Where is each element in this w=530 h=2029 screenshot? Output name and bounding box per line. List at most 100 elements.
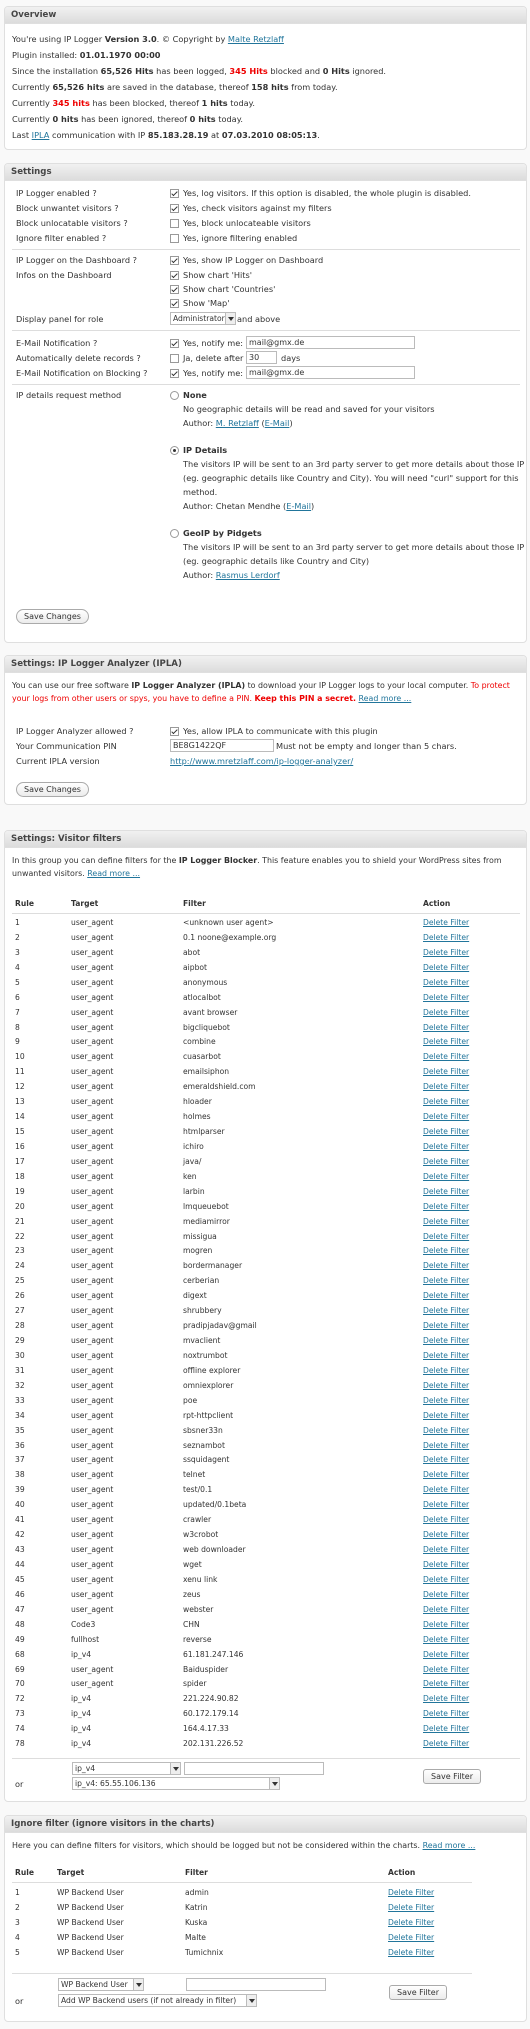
delete-filter-link[interactable]: Delete Filter <box>423 1423 469 1438</box>
delete-filter-link[interactable]: Delete Filter <box>423 1632 469 1647</box>
save-changes-button[interactable]: Save Changes <box>16 782 89 797</box>
delete-filter-link[interactable]: Delete Filter <box>423 1184 469 1199</box>
delete-filter-link[interactable]: Delete Filter <box>423 1064 469 1079</box>
delete-filter-link[interactable]: Delete Filter <box>423 1557 469 1572</box>
delete-filter-link[interactable]: Delete Filter <box>423 990 469 1005</box>
emailblock-checkbox[interactable] <box>170 369 179 378</box>
read-more-link[interactable]: Read more ... <box>87 869 140 878</box>
ipla-version-link[interactable]: http://www.mretzlaff.com/ip-logger-analy… <box>170 756 353 766</box>
delete-filter-link[interactable]: Delete Filter <box>423 945 469 960</box>
delete-filter-link[interactable]: Delete Filter <box>423 975 469 990</box>
delete-filter-link[interactable]: Delete Filter <box>388 1915 434 1930</box>
delete-filter-link[interactable]: Delete Filter <box>423 1721 469 1736</box>
delete-filter-link[interactable]: Delete Filter <box>423 1214 469 1229</box>
preset-filter-select[interactable]: ip_v4: 65.55.106.136 <box>72 1777 280 1790</box>
delete-filter-link[interactable]: Delete Filter <box>423 1243 469 1258</box>
delete-filter-link[interactable]: Delete Filter <box>423 1288 469 1303</box>
delete-filter-link[interactable]: Delete Filter <box>423 1303 469 1318</box>
delete-filter-link[interactable]: Delete Filter <box>423 1318 469 1333</box>
delete-filter-link[interactable]: Delete Filter <box>423 1467 469 1482</box>
dash-checkbox[interactable] <box>170 256 179 265</box>
delete-filter-link[interactable]: Delete Filter <box>423 1736 469 1751</box>
none-email-link[interactable]: E-Mail <box>265 418 290 428</box>
method-ipdetails-radio[interactable] <box>170 446 179 455</box>
delete-filter-link[interactable]: Delete Filter <box>423 1662 469 1677</box>
delete-filter-link[interactable]: Delete Filter <box>423 1647 469 1662</box>
delete-filter-link[interactable]: Delete Filter <box>423 915 469 930</box>
hits-checkbox[interactable] <box>170 271 179 280</box>
delete-filter-link[interactable]: Delete Filter <box>423 1229 469 1244</box>
delete-filter-link[interactable]: Delete Filter <box>423 1199 469 1214</box>
delete-filter-link[interactable]: Delete Filter <box>423 1572 469 1587</box>
block-checkbox[interactable] <box>170 204 179 213</box>
author-link[interactable]: Malte Retzlaff <box>228 34 284 44</box>
save-filter-button[interactable]: Save Filter <box>423 1769 481 1784</box>
delete-filter-link[interactable]: Delete Filter <box>423 930 469 945</box>
countries-checkbox[interactable] <box>170 285 179 294</box>
delete-filter-link[interactable]: Delete Filter <box>388 1900 434 1915</box>
delete-filter-link[interactable]: Delete Filter <box>423 1049 469 1064</box>
role-select[interactable]: Administrator <box>170 312 236 325</box>
delete-filter-link[interactable]: Delete Filter <box>423 1706 469 1721</box>
new-filter-target-select[interactable]: ip_v4 <box>72 1762 181 1775</box>
delete-filter-link[interactable]: Delete Filter <box>423 1363 469 1378</box>
ignore-target-select[interactable]: WP Backend User <box>58 1978 144 1991</box>
delete-filter-link[interactable]: Delete Filter <box>423 1438 469 1453</box>
delete-filter-link[interactable]: Delete Filter <box>423 1109 469 1124</box>
delete-filter-link[interactable]: Delete Filter <box>423 1602 469 1617</box>
delete-filter-link[interactable]: Delete Filter <box>423 1034 469 1049</box>
delete-filter-link[interactable]: Delete Filter <box>423 1348 469 1363</box>
ignore-checkbox[interactable] <box>170 234 179 243</box>
ignore-preset-select[interactable]: Add WP Backend users (if not already in … <box>58 1994 257 2007</box>
read-more-link[interactable]: Read more ... <box>359 694 412 703</box>
ipd-email-link[interactable]: E-Mail <box>286 501 311 511</box>
email-checkbox[interactable] <box>170 339 179 348</box>
geo-author-link[interactable]: Rasmus Lerdorf <box>216 570 280 580</box>
map-checkbox[interactable] <box>170 299 179 308</box>
delete-filter-link[interactable]: Delete Filter <box>423 1139 469 1154</box>
delete-filter-link[interactable]: Delete Filter <box>423 1482 469 1497</box>
ignore-filter-input[interactable] <box>186 1978 326 1991</box>
emailblock-input[interactable]: mail@gmx.de <box>246 366 415 379</box>
delete-filter-link[interactable]: Delete Filter <box>423 1005 469 1020</box>
delete-filter-link[interactable]: Delete Filter <box>423 1273 469 1288</box>
delete-filter-link[interactable]: Delete Filter <box>423 1124 469 1139</box>
delete-filter-link[interactable]: Delete Filter <box>423 1169 469 1184</box>
delete-filter-link[interactable]: Delete Filter <box>423 1542 469 1557</box>
delete-filter-link[interactable]: Delete Filter <box>423 1020 469 1035</box>
delete-checkbox[interactable] <box>170 354 179 363</box>
delete-filter-link[interactable]: Delete Filter <box>423 1154 469 1169</box>
delete-filter-link[interactable]: Delete Filter <box>423 1512 469 1527</box>
delete-filter-link[interactable]: Delete Filter <box>423 1079 469 1094</box>
unloc-checkbox[interactable] <box>170 219 179 228</box>
delete-filter-link[interactable]: Delete Filter <box>423 1408 469 1423</box>
delete-filter-link[interactable]: Delete Filter <box>423 1258 469 1273</box>
delete-filter-link[interactable]: Delete Filter <box>423 1587 469 1602</box>
delete-filter-link[interactable]: Delete Filter <box>423 1333 469 1348</box>
delete-filter-link[interactable]: Delete Filter <box>423 1691 469 1706</box>
delete-filter-link[interactable]: Delete Filter <box>388 1930 434 1945</box>
delete-filter-link[interactable]: Delete Filter <box>423 1452 469 1467</box>
pin-input[interactable]: BE8G1422QF <box>170 739 274 752</box>
delete-filter-link[interactable]: Delete Filter <box>423 1094 469 1109</box>
new-filter-input[interactable] <box>184 1762 324 1775</box>
allowed-checkbox[interactable] <box>170 727 179 736</box>
delete-filter-link[interactable]: Delete Filter <box>388 1885 434 1900</box>
delete-filter-link[interactable]: Delete Filter <box>423 1497 469 1512</box>
save-changes-button[interactable]: Save Changes <box>16 609 89 624</box>
read-more-link[interactable]: Read more ... <box>423 1841 476 1850</box>
method-none-radio[interactable] <box>170 391 179 400</box>
delete-filter-link[interactable]: Delete Filter <box>423 960 469 975</box>
enabled-checkbox[interactable] <box>170 189 179 198</box>
delete-days-input[interactable]: 30 <box>246 351 277 364</box>
method-geoip-radio[interactable] <box>170 529 179 538</box>
ipla-link[interactable]: IPLA <box>32 130 50 140</box>
delete-filter-link[interactable]: Delete Filter <box>423 1527 469 1542</box>
delete-filter-link[interactable]: Delete Filter <box>423 1393 469 1408</box>
delete-filter-link[interactable]: Delete Filter <box>388 1945 434 1960</box>
delete-filter-link[interactable]: Delete Filter <box>423 1378 469 1393</box>
delete-filter-link[interactable]: Delete Filter <box>423 1617 469 1632</box>
delete-filter-link[interactable]: Delete Filter <box>423 1676 469 1691</box>
save-ignore-filter-button[interactable]: Save Filter <box>389 1985 447 2000</box>
none-author-link[interactable]: M. Retzlaff <box>216 418 259 428</box>
